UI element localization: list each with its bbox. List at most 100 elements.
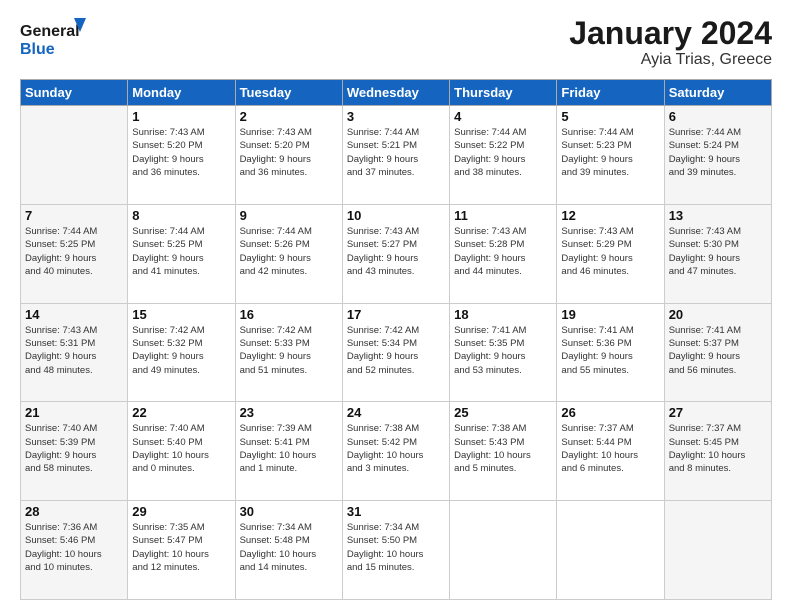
day-number: 7 — [25, 208, 123, 223]
day-info: Sunrise: 7:38 AMSunset: 5:42 PMDaylight:… — [347, 422, 445, 475]
day-info: Sunrise: 7:34 AMSunset: 5:50 PMDaylight:… — [347, 521, 445, 574]
day-number: 25 — [454, 405, 552, 420]
day-number: 28 — [25, 504, 123, 519]
day-number: 11 — [454, 208, 552, 223]
day-number: 31 — [347, 504, 445, 519]
col-tuesday: Tuesday — [235, 80, 342, 106]
day-info: Sunrise: 7:35 AMSunset: 5:47 PMDaylight:… — [132, 521, 230, 574]
day-info: Sunrise: 7:37 AMSunset: 5:44 PMDaylight:… — [561, 422, 659, 475]
table-row: 3 Sunrise: 7:44 AMSunset: 5:21 PMDaylight… — [342, 106, 449, 205]
col-thursday: Thursday — [450, 80, 557, 106]
day-info: Sunrise: 7:43 AMSunset: 5:30 PMDaylight:… — [669, 225, 767, 278]
day-number: 12 — [561, 208, 659, 223]
calendar-title: January 2024 — [569, 16, 772, 51]
day-number: 21 — [25, 405, 123, 420]
table-row: 18Sunrise: 7:41 AMSunset: 5:35 PMDayligh… — [450, 303, 557, 402]
day-number: 3 — [347, 109, 445, 124]
day-number: 24 — [347, 405, 445, 420]
day-info: Sunrise: 7:44 AMSunset: 5:24 PMDaylight:… — [669, 126, 767, 179]
table-row: 21 Sunrise: 7:40 AMSunset: 5:39 PMDayligh… — [21, 402, 128, 501]
calendar-header-row: Sunday Monday Tuesday Wednesday Thursday… — [21, 80, 772, 106]
table-row: 25 Sunrise: 7:38 AMSunset: 5:43 PMDayligh… — [450, 402, 557, 501]
logo-icon: General Blue — [20, 16, 90, 60]
table-row: 6 Sunrise: 7:44 AMSunset: 5:24 PMDaylight… — [664, 106, 771, 205]
day-info: Sunrise: 7:44 AMSunset: 5:25 PMDaylight:… — [25, 225, 123, 278]
day-number: 8 — [132, 208, 230, 223]
table-row: 14 Sunrise: 7:43 AMSunset: 5:31 PMDayligh… — [21, 303, 128, 402]
day-info: Sunrise: 7:42 AMSunset: 5:32 PMDaylight:… — [132, 324, 230, 377]
svg-text:Blue: Blue — [20, 41, 55, 58]
table-row — [557, 501, 664, 600]
table-row: 27 Sunrise: 7:37 AMSunset: 5:45 PMDayligh… — [664, 402, 771, 501]
table-row: 19 Sunrise: 7:41 AMSunset: 5:36 PMDayligh… — [557, 303, 664, 402]
day-number: 14 — [25, 307, 123, 322]
day-number: 17 — [347, 307, 445, 322]
day-number: 13 — [669, 208, 767, 223]
day-info: Sunrise: 7:42 AMSunset: 5:34 PMDaylight:… — [347, 324, 445, 377]
table-row: 8 Sunrise: 7:44 AMSunset: 5:25 PMDaylight… — [128, 204, 235, 303]
table-row: 20Sunrise: 7:41 AMSunset: 5:37 PMDayligh… — [664, 303, 771, 402]
day-info: Sunrise: 7:43 AMSunset: 5:20 PMDaylight:… — [132, 126, 230, 179]
day-info: Sunrise: 7:37 AMSunset: 5:45 PMDaylight:… — [669, 422, 767, 475]
svg-text:General: General — [20, 23, 80, 40]
table-row: 10 Sunrise: 7:43 AMSunset: 5:27 PMDayligh… — [342, 204, 449, 303]
day-info: Sunrise: 7:43 AMSunset: 5:31 PMDaylight:… — [25, 324, 123, 377]
table-row: 13 Sunrise: 7:43 AMSunset: 5:30 PMDayligh… — [664, 204, 771, 303]
table-row: 11 Sunrise: 7:43 AMSunset: 5:28 PMDayligh… — [450, 204, 557, 303]
table-row: 4 Sunrise: 7:44 AMSunset: 5:22 PMDaylight… — [450, 106, 557, 205]
table-row: 17 Sunrise: 7:42 AMSunset: 5:34 PMDayligh… — [342, 303, 449, 402]
day-info: Sunrise: 7:43 AMSunset: 5:29 PMDaylight:… — [561, 225, 659, 278]
day-info: Sunrise: 7:38 AMSunset: 5:43 PMDaylight:… — [454, 422, 552, 475]
day-info: Sunrise: 7:40 AMSunset: 5:40 PMDaylight:… — [132, 422, 230, 475]
table-row: 12 Sunrise: 7:43 AMSunset: 5:29 PMDayligh… — [557, 204, 664, 303]
day-number: 20 — [669, 307, 767, 322]
day-info: Sunrise: 7:44 AMSunset: 5:25 PMDaylight:… — [132, 225, 230, 278]
table-row: 30Sunrise: 7:34 AMSunset: 5:48 PMDayligh… — [235, 501, 342, 600]
calendar-subtitle: Ayia Trias, Greece — [569, 51, 772, 69]
title-block: January 2024 Ayia Trias, Greece — [569, 16, 772, 69]
day-number: 15 — [132, 307, 230, 322]
col-sunday: Sunday — [21, 80, 128, 106]
day-number: 10 — [347, 208, 445, 223]
calendar-week-row: 28 Sunrise: 7:36 AMSunset: 5:46 PMDayligh… — [21, 501, 772, 600]
day-number: 6 — [669, 109, 767, 124]
day-number: 1 — [132, 109, 230, 124]
day-number: 26 — [561, 405, 659, 420]
table-row: 5Sunrise: 7:44 AMSunset: 5:23 PMDaylight… — [557, 106, 664, 205]
day-info: Sunrise: 7:41 AMSunset: 5:36 PMDaylight:… — [561, 324, 659, 377]
day-number: 30 — [240, 504, 338, 519]
day-number: 4 — [454, 109, 552, 124]
day-number: 27 — [669, 405, 767, 420]
day-number: 9 — [240, 208, 338, 223]
col-wednesday: Wednesday — [342, 80, 449, 106]
day-number: 23 — [240, 405, 338, 420]
day-info: Sunrise: 7:44 AMSunset: 5:26 PMDaylight:… — [240, 225, 338, 278]
calendar-table: Sunday Monday Tuesday Wednesday Thursday… — [20, 79, 772, 600]
logo: General Blue — [20, 16, 90, 60]
calendar-week-row: 1 Sunrise: 7:43 AMSunset: 5:20 PMDaylight… — [21, 106, 772, 205]
day-info: Sunrise: 7:43 AMSunset: 5:28 PMDaylight:… — [454, 225, 552, 278]
table-row: 28 Sunrise: 7:36 AMSunset: 5:46 PMDayligh… — [21, 501, 128, 600]
table-row: 7 Sunrise: 7:44 AMSunset: 5:25 PMDaylight… — [21, 204, 128, 303]
day-number: 2 — [240, 109, 338, 124]
calendar-week-row: 21 Sunrise: 7:40 AMSunset: 5:39 PMDayligh… — [21, 402, 772, 501]
table-row: 9 Sunrise: 7:44 AMSunset: 5:26 PMDaylight… — [235, 204, 342, 303]
day-info: Sunrise: 7:40 AMSunset: 5:39 PMDaylight:… — [25, 422, 123, 475]
table-row — [21, 106, 128, 205]
day-info: Sunrise: 7:43 AMSunset: 5:27 PMDaylight:… — [347, 225, 445, 278]
day-number: 29 — [132, 504, 230, 519]
table-row: 1 Sunrise: 7:43 AMSunset: 5:20 PMDaylight… — [128, 106, 235, 205]
day-info: Sunrise: 7:44 AMSunset: 5:23 PMDaylight:… — [561, 126, 659, 179]
day-info: Sunrise: 7:41 AMSunset: 5:35 PMDaylight:… — [454, 324, 552, 377]
day-number: 22 — [132, 405, 230, 420]
header: General Blue January 2024 Ayia Trias, Gr… — [20, 16, 772, 69]
day-info: Sunrise: 7:44 AMSunset: 5:21 PMDaylight:… — [347, 126, 445, 179]
table-row: 24 Sunrise: 7:38 AMSunset: 5:42 PMDayligh… — [342, 402, 449, 501]
table-row: 15 Sunrise: 7:42 AMSunset: 5:32 PMDayligh… — [128, 303, 235, 402]
table-row: 26 Sunrise: 7:37 AMSunset: 5:44 PMDayligh… — [557, 402, 664, 501]
day-info: Sunrise: 7:36 AMSunset: 5:46 PMDaylight:… — [25, 521, 123, 574]
day-number: 19 — [561, 307, 659, 322]
col-monday: Monday — [128, 80, 235, 106]
day-info: Sunrise: 7:44 AMSunset: 5:22 PMDaylight:… — [454, 126, 552, 179]
calendar-week-row: 7 Sunrise: 7:44 AMSunset: 5:25 PMDaylight… — [21, 204, 772, 303]
